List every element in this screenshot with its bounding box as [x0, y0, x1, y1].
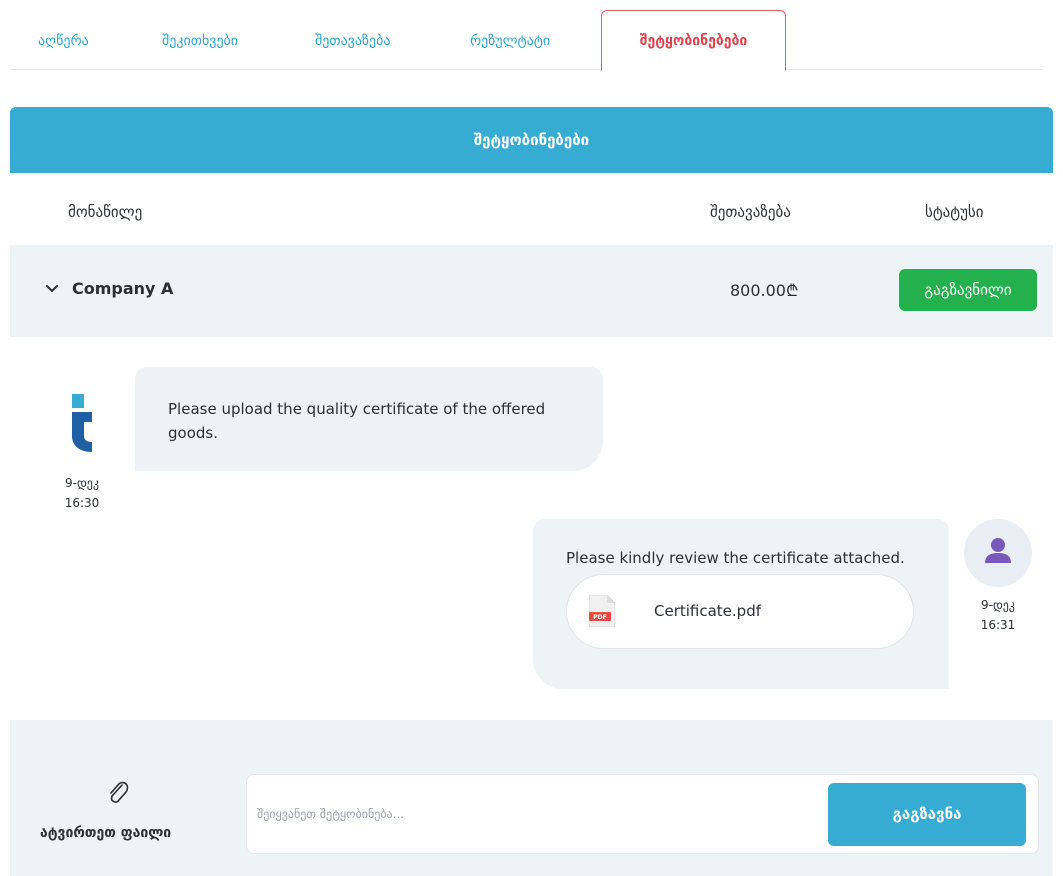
message-thread: 9-დეკ 16:30 Please upload the quality ce… [10, 337, 1053, 720]
user-avatar-icon [964, 519, 1032, 587]
tab-messages[interactable]: შეტყობინებები [601, 10, 786, 71]
message-input-wrapper: გაგზავნა [246, 774, 1039, 854]
tender-logo-icon [72, 394, 92, 452]
message-time: 16:30 [64, 496, 100, 510]
message-date: 9-დეკ [981, 598, 1015, 612]
message-composer: ატვირთეთ ფაილი გაგზავნა [10, 720, 1053, 876]
company-name: Company A [72, 279, 174, 298]
message-timestamp: 9-დეკ 16:30 [50, 473, 114, 513]
message-bubble-incoming: Please upload the quality certificate of… [135, 367, 603, 471]
paperclip-icon[interactable] [106, 780, 130, 806]
messages-panel: შეტყობინებები მონაწილე შეთავაზება სტატუს… [10, 107, 1053, 876]
attachment-file[interactable]: PDF Certificate.pdf [566, 574, 914, 649]
message-timestamp: 9-დეკ 16:31 [966, 595, 1030, 635]
offer-amount: 800.00₾ [730, 281, 799, 300]
column-offer: შეთავაზება [710, 203, 791, 221]
message-text: Please kindly review the certificate att… [566, 549, 905, 567]
pdf-file-icon: PDF [589, 595, 615, 627]
attach-file-label: ატვირთეთ ფაილი [40, 825, 172, 841]
participant-row[interactable]: Company A 800.00₾ გაგზავნილი [10, 245, 1053, 337]
message-date: 9-დეკ [65, 476, 99, 490]
tab-divider [10, 69, 1043, 70]
send-button[interactable]: გაგზავნა [828, 783, 1026, 846]
column-status: სტატუსი [925, 203, 984, 221]
message-text: Please upload the quality certificate of… [168, 400, 546, 442]
attachment-name[interactable]: Certificate.pdf [654, 602, 761, 620]
column-participant: მონაწილე [68, 203, 143, 221]
attach-file-button[interactable]: ატვირთეთ ფაილი [32, 780, 202, 850]
tab-questions[interactable]: შეკითხვები [162, 33, 238, 49]
pdf-badge: PDF [593, 614, 606, 621]
message-time: 16:31 [980, 618, 1016, 632]
tab-bar: აღწერა შეკითხვები შეთავაზება რეზულტატი შ… [0, 0, 1063, 71]
tab-results[interactable]: რეზულტატი [470, 33, 550, 49]
chevron-down-icon[interactable] [44, 281, 60, 297]
tab-offer[interactable]: შეთავაზება [315, 33, 390, 49]
status-badge[interactable]: გაგზავნილი [899, 269, 1037, 311]
message-bubble-outgoing: Please kindly review the certificate att… [533, 519, 949, 689]
tab-description[interactable]: აღწერა [38, 33, 89, 49]
panel-title: შეტყობინებები [10, 107, 1053, 173]
message-input[interactable] [257, 799, 817, 829]
